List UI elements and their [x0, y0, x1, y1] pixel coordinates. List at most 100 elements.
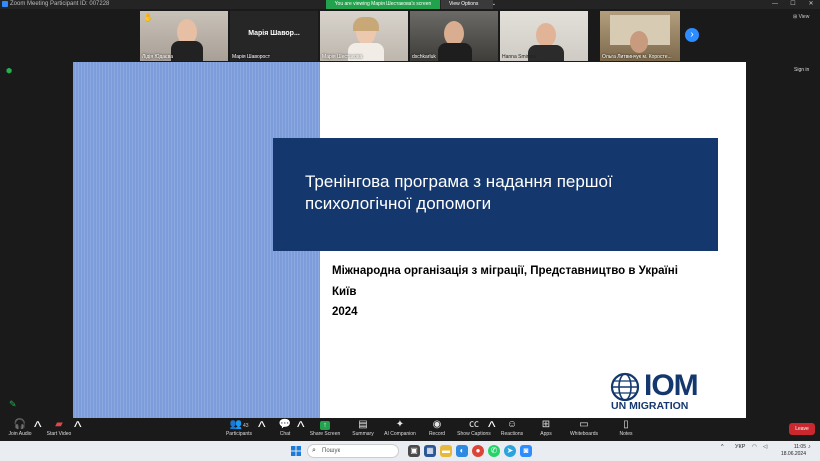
- clock-time: 11:05: [793, 444, 806, 450]
- summary-icon: ▤: [358, 419, 368, 430]
- maximize-button[interactable]: ☐: [786, 0, 800, 9]
- window-title-bar: Zoom Meeting Participant ID: 007228 You …: [0, 0, 820, 9]
- participant-face: [536, 23, 556, 47]
- telegram-icon[interactable]: ➤: [504, 445, 516, 457]
- slide-title: Тренінгова програма з надання першої пси…: [305, 172, 613, 213]
- chat-caret[interactable]: ^: [297, 419, 305, 437]
- ai-companion-label: AI Companion: [384, 431, 416, 437]
- summary-button[interactable]: ▤ Summary: [348, 419, 378, 438]
- keyboard-language[interactable]: УКР: [735, 444, 745, 450]
- chat-button[interactable]: 💬 Chat: [274, 419, 296, 438]
- participant-tile[interactable]: Марія Шавор... Марія Шаворост: [230, 11, 318, 61]
- slide-city: Київ: [332, 286, 357, 298]
- apps-button[interactable]: ⊞ Apps: [534, 419, 558, 438]
- share-screen-button[interactable]: ↑ Share Screen: [308, 419, 342, 438]
- ai-companion-button[interactable]: ✦ AI Companion: [382, 419, 418, 438]
- edge-browser-icon[interactable]: ◐: [456, 445, 468, 457]
- participants-label: Participants: [225, 431, 253, 437]
- reactions-button[interactable]: ☺ Reactions: [498, 419, 526, 438]
- participant-tile[interactable]: dschkarluk: [410, 11, 498, 61]
- search-placeholder: Пошук: [322, 448, 341, 454]
- participant-tile[interactable]: Марія Шестакова: [320, 11, 408, 61]
- shared-screen-slide: Тренінгова програма з надання першої пси…: [73, 62, 746, 418]
- window-title: Zoom Meeting Participant ID: 007228: [10, 1, 110, 7]
- start-video-button[interactable]: ▰ Start Video: [42, 419, 76, 438]
- record-icon: ◉: [432, 419, 442, 430]
- volume-icon[interactable]: ◁: [763, 444, 767, 450]
- participant-name: Hanna Smirnov: [502, 54, 537, 60]
- notes-button[interactable]: ▯ Notes: [614, 419, 638, 438]
- notification-bell-icon[interactable]: ♪: [808, 444, 811, 450]
- annotate-pen-icon[interactable]: ✎: [9, 399, 17, 410]
- apps-label: Apps: [540, 431, 552, 437]
- slide-title-box: Тренінгова програма з надання першої пси…: [273, 138, 718, 251]
- windows-start-icon[interactable]: [291, 446, 301, 456]
- search-icon: ⌕: [312, 447, 316, 454]
- show-captions-label: Show Captions: [457, 431, 491, 437]
- whiteboard-icon: ▭: [579, 419, 589, 430]
- participants-icon-wrap: 👥43: [222, 419, 256, 431]
- participant-hair: [353, 17, 379, 31]
- zoom-app-icon: [2, 1, 8, 7]
- participants-button[interactable]: 👥43 Participants: [222, 419, 256, 438]
- share-screen-label: Share Screen: [309, 431, 341, 437]
- participant-face: [630, 31, 648, 53]
- participant-name-large: Марія Шавор...: [248, 30, 300, 37]
- captions-icon: ㏄: [469, 419, 479, 430]
- wifi-icon[interactable]: ◠: [752, 444, 757, 450]
- close-window-button[interactable]: ✕: [804, 0, 818, 9]
- reactions-icon: ☺: [506, 419, 518, 430]
- slide-year: 2024: [332, 306, 358, 318]
- audio-options-caret[interactable]: ^: [34, 419, 42, 437]
- summary-label: Summary: [352, 431, 374, 437]
- participant-name: Ольга Литвинчук м. Коросте...: [602, 54, 672, 60]
- sparkle-icon: ✦: [395, 419, 405, 430]
- captions-caret[interactable]: ^: [488, 419, 496, 437]
- chevron-down-icon: ⌄: [491, 1, 496, 7]
- system-clock[interactable]: 11:05 18.06.2024: [776, 444, 806, 458]
- participant-name: Марія Шаворост: [232, 54, 271, 60]
- video-options-caret[interactable]: ^: [74, 419, 82, 437]
- iom-logo-subtitle: UN MIGRATION: [611, 400, 689, 412]
- next-page-arrow-icon[interactable]: ›: [685, 28, 699, 42]
- view-options-label: View Options: [449, 1, 479, 7]
- tray-overflow-caret[interactable]: ^: [721, 444, 724, 450]
- participant-tile[interactable]: Ольга Литвинчук м. Коросте...: [600, 11, 680, 61]
- zoom-taskbar-icon[interactable]: ◙: [520, 445, 532, 457]
- whiteboards-button[interactable]: ▭ Whiteboards: [566, 419, 602, 438]
- start-video-label: Start Video: [46, 431, 72, 437]
- slide-organization: Міжнародна організація з міграції, Предс…: [332, 265, 678, 277]
- whiteboards-label: Whiteboards: [569, 431, 599, 437]
- join-audio-button[interactable]: 🎧 Join Audio: [4, 419, 36, 438]
- video-off-icon: ▰: [55, 419, 63, 430]
- leave-button[interactable]: Leave: [789, 423, 815, 435]
- view-button[interactable]: ⊞ View: [793, 14, 809, 20]
- share-screen-icon: ↑: [320, 421, 330, 430]
- iom-logo: IOM UN MIGRATION: [610, 369, 720, 412]
- task-view-icon[interactable]: ▣: [408, 445, 420, 457]
- chat-icon: 💬: [278, 419, 292, 430]
- taskbar-search-field[interactable]: ⌕ Пошук: [307, 444, 399, 458]
- chrome-icon[interactable]: ●: [472, 445, 484, 457]
- meeting-toolbar: 🎧 Join Audio ^ ▰ Start Video ^ 👥43 Parti…: [0, 418, 820, 441]
- sign-in-link[interactable]: Sign in: [794, 67, 809, 73]
- file-explorer-icon[interactable]: ▦: [424, 445, 436, 457]
- chat-label: Chat: [279, 431, 291, 437]
- view-options-button[interactable]: View Options ⌄: [441, 0, 496, 9]
- globe-icon: [610, 372, 640, 402]
- minimize-button[interactable]: —: [768, 0, 782, 9]
- reactions-label: Reactions: [500, 431, 524, 437]
- participants-icon: 👥: [229, 419, 242, 430]
- record-label: Record: [428, 431, 446, 437]
- show-captions-button[interactable]: ㏄ Show Captions: [456, 419, 492, 438]
- notes-icon: ▯: [623, 419, 629, 430]
- iom-logo-text: IOM: [644, 369, 699, 402]
- participant-tile[interactable]: ✋ Лідія Юдаєва: [140, 11, 228, 61]
- participant-tile[interactable]: Hanna Smirnov: [500, 11, 588, 61]
- participants-count: 43: [242, 423, 249, 429]
- folder-icon[interactable]: ▬: [440, 445, 452, 457]
- whatsapp-icon[interactable]: ✆: [488, 445, 500, 457]
- record-button[interactable]: ◉ Record: [424, 419, 450, 438]
- notes-label: Notes: [619, 431, 633, 437]
- participants-caret[interactable]: ^: [258, 419, 266, 437]
